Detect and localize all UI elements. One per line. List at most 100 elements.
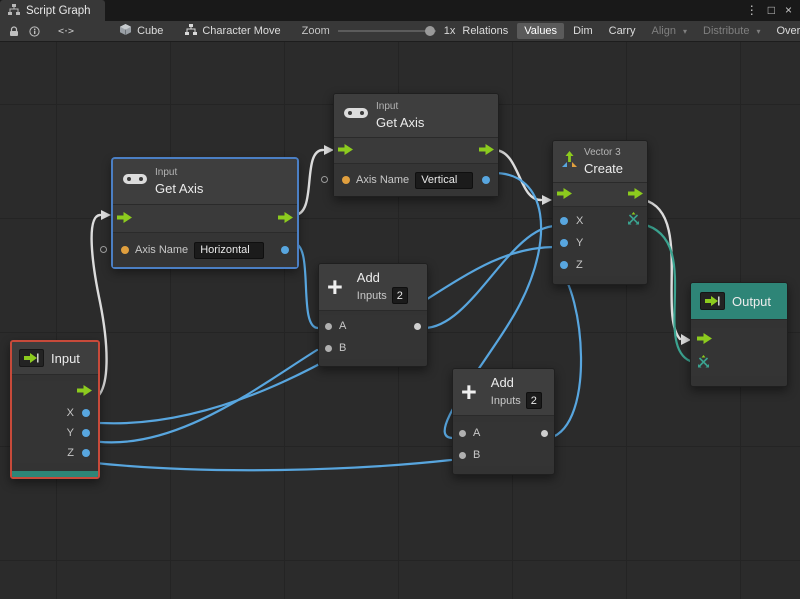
axis-name-input[interactable] bbox=[194, 242, 264, 259]
node-title: Get Axis bbox=[155, 181, 203, 196]
node-title: Get Axis bbox=[376, 115, 424, 130]
node-get-axis-vertical[interactable]: Input Get Axis Axis Name bbox=[333, 93, 499, 197]
trigger-out-port[interactable] bbox=[278, 210, 293, 228]
output-port-y[interactable] bbox=[82, 429, 90, 437]
port-label: X bbox=[576, 215, 583, 227]
vector3-in-port[interactable] bbox=[697, 355, 710, 373]
wire-add1-to-vector3-x[interactable] bbox=[424, 226, 556, 328]
script-asset-icon bbox=[185, 24, 197, 38]
lock-icon[interactable] bbox=[4, 21, 24, 41]
input-port-b[interactable] bbox=[325, 345, 332, 352]
input-arrow-icon bbox=[19, 349, 44, 367]
menu-kebab-icon[interactable]: ⋮ bbox=[746, 0, 758, 21]
distribute-label: Distribute bbox=[703, 25, 749, 37]
maximize-icon[interactable]: □ bbox=[768, 0, 775, 21]
trigger-out-port[interactable] bbox=[479, 142, 494, 160]
overview-button[interactable]: Overv bbox=[769, 23, 800, 39]
node-category: Input bbox=[155, 167, 203, 179]
gamepad-icon bbox=[123, 172, 147, 191]
tab-script-graph[interactable]: Script Graph bbox=[0, 0, 105, 21]
trigger-in-row bbox=[691, 328, 787, 352]
target-object-button[interactable]: Cube bbox=[112, 21, 170, 41]
input-port-x[interactable] bbox=[560, 217, 568, 225]
port-label: Z bbox=[67, 447, 74, 459]
zoom-slider[interactable] bbox=[338, 30, 436, 32]
node-header: + Add Inputs bbox=[453, 369, 554, 416]
align-dropdown[interactable]: Align▾ bbox=[645, 23, 694, 39]
trigger-out-row bbox=[12, 381, 98, 403]
wire-input-y-to-add1-b[interactable] bbox=[86, 350, 317, 442]
close-icon[interactable]: × bbox=[785, 0, 792, 21]
trigger-in-port[interactable] bbox=[338, 142, 353, 160]
distribute-dropdown[interactable]: Distribute▾ bbox=[696, 23, 767, 39]
port-row-y: Y bbox=[553, 232, 647, 254]
script-asset-button[interactable]: Character Move bbox=[178, 22, 287, 40]
node-input[interactable]: Input X Y Z bbox=[10, 340, 100, 479]
wire-vector3-result-to-output[interactable] bbox=[642, 224, 690, 361]
info-icon[interactable] bbox=[24, 21, 45, 41]
float-out-port[interactable] bbox=[482, 176, 490, 184]
trigger-in-port[interactable] bbox=[117, 210, 132, 228]
node-header: Input Get Axis bbox=[334, 94, 498, 138]
node-category: Vector 3 bbox=[584, 147, 623, 159]
port-label: Z bbox=[576, 259, 583, 271]
trigger-out-port[interactable] bbox=[628, 186, 643, 204]
port-label: B bbox=[473, 449, 480, 461]
wire-input-z-to-add2-b[interactable] bbox=[86, 460, 451, 470]
output-port-z[interactable] bbox=[82, 449, 90, 457]
dim-button[interactable]: Dim bbox=[566, 23, 600, 39]
port-label: A bbox=[339, 320, 346, 332]
input-port-a[interactable] bbox=[459, 430, 466, 437]
input-port-b[interactable] bbox=[459, 452, 466, 459]
port-label: B bbox=[339, 342, 346, 354]
axis-name-row: Axis Name bbox=[334, 164, 498, 196]
wire-vector3-to-output[interactable] bbox=[644, 200, 680, 339]
vector3-out-port[interactable] bbox=[627, 212, 640, 230]
port-label: A bbox=[473, 427, 480, 439]
zoom-label: Zoom bbox=[302, 25, 330, 37]
param-label: Axis Name bbox=[356, 174, 409, 186]
zoom-slider-handle[interactable] bbox=[425, 26, 435, 36]
trigger-out-port[interactable] bbox=[77, 383, 92, 401]
inputs-count-field[interactable] bbox=[526, 392, 542, 409]
vector3-icon bbox=[561, 151, 578, 173]
axis-name-input[interactable] bbox=[415, 172, 473, 189]
tab-bar: Script Graph ⋮ □ × bbox=[0, 0, 800, 21]
inputs-count-field[interactable] bbox=[392, 287, 408, 304]
node-title: Output bbox=[732, 294, 771, 309]
code-view-icon[interactable]: <·> bbox=[53, 21, 78, 41]
wire-getaxis-vertical-to-vector3[interactable] bbox=[494, 150, 541, 200]
node-footer-strip bbox=[12, 471, 98, 477]
output-port-x[interactable] bbox=[82, 409, 90, 417]
values-button[interactable]: Values bbox=[517, 23, 564, 39]
tab-title: Script Graph bbox=[26, 5, 91, 17]
graph-canvas[interactable]: Input Get Axis Axis Name bbox=[0, 42, 800, 599]
sum-out-port[interactable] bbox=[541, 430, 548, 437]
wire-getaxis-horizontal-to-getaxis-vertical[interactable] bbox=[294, 150, 323, 215]
unconnected-port-indicator bbox=[321, 176, 328, 183]
float-out-port[interactable] bbox=[281, 246, 289, 254]
relations-button[interactable]: Relations bbox=[455, 23, 515, 39]
input-port-z[interactable] bbox=[560, 261, 568, 269]
node-output[interactable]: Output bbox=[690, 282, 788, 387]
trigger-in-port[interactable] bbox=[557, 186, 572, 204]
sum-out-port[interactable] bbox=[414, 323, 421, 330]
trigger-row bbox=[334, 138, 498, 164]
carry-button[interactable]: Carry bbox=[602, 23, 643, 39]
string-port[interactable] bbox=[121, 246, 129, 254]
wire-arrowhead bbox=[542, 195, 552, 205]
node-add-bottom[interactable]: + Add Inputs A B bbox=[452, 368, 555, 475]
gamepad-icon bbox=[344, 106, 368, 125]
input-port-a[interactable] bbox=[325, 323, 332, 330]
node-get-axis-horizontal[interactable]: Input Get Axis Axis Name bbox=[112, 158, 298, 268]
param-label: Axis Name bbox=[135, 244, 188, 256]
string-port[interactable] bbox=[342, 176, 350, 184]
node-title: Add bbox=[491, 375, 542, 390]
plus-icon: + bbox=[327, 275, 343, 299]
trigger-in-port[interactable] bbox=[697, 331, 712, 349]
chevron-down-icon: ▾ bbox=[683, 27, 687, 36]
node-vector3-create[interactable]: Vector 3 Create X Y bbox=[552, 140, 648, 285]
port-row-y: Y bbox=[12, 423, 98, 443]
input-port-y[interactable] bbox=[560, 239, 568, 247]
node-add-top[interactable]: + Add Inputs A B bbox=[318, 263, 428, 367]
